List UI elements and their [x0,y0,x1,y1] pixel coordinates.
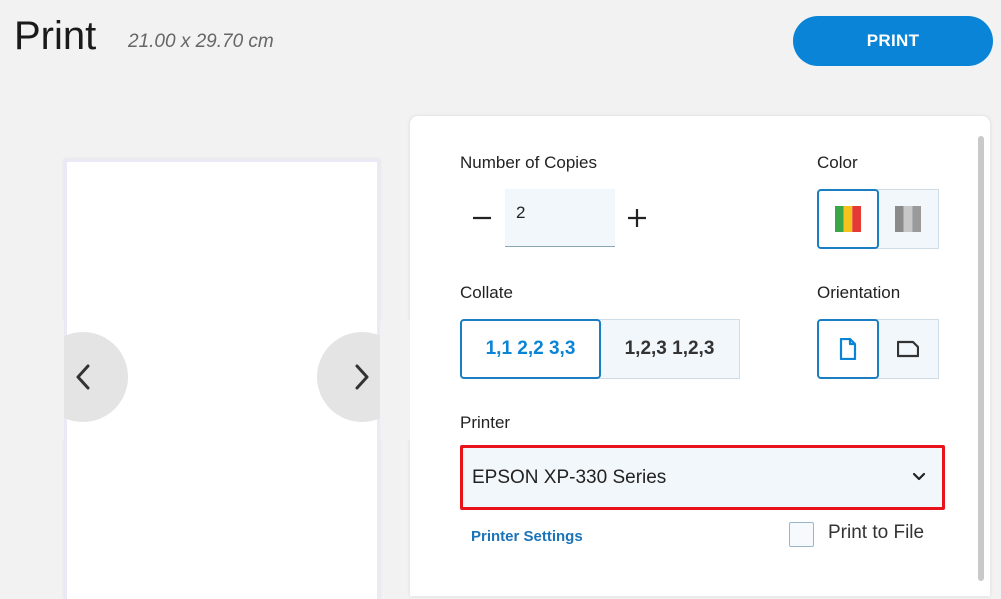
portrait-page-icon [839,338,857,360]
collate-option-grouped-label: 1,1 2,2 3,3 [485,338,576,359]
landscape-page-icon [897,340,919,358]
decrease-copies-button[interactable] [464,200,500,236]
printer-select-value: EPSON XP-330 Series [472,466,667,488]
orientation-label: Orientation [817,283,901,302]
printer-settings-link[interactable]: Printer Settings [471,528,583,545]
color-bars-icon [835,206,861,232]
print-to-file-label: Print to File [828,522,925,543]
preview-gutter-left [0,320,64,440]
header: Print 21.00 x 29.70 cm PRINT [0,0,1001,80]
collate-option-sequential-label: 1,2,3 1,2,3 [624,338,715,359]
collate-option-grouped[interactable]: 1,1 2,2 3,3 [460,319,601,379]
grayscale-bars-icon [895,206,921,232]
color-label: Color [817,153,858,172]
color-option-grayscale[interactable] [877,189,939,249]
preview-gutter-right [380,320,410,440]
orientation-option-landscape[interactable] [877,319,939,379]
plus-icon [628,209,646,227]
copies-input[interactable] [505,189,615,247]
color-option-color[interactable] [817,189,879,249]
increase-copies-button[interactable] [619,200,655,236]
collate-option-sequential[interactable]: 1,2,3 1,2,3 [599,319,740,379]
orientation-option-portrait[interactable] [817,319,879,379]
print-to-file-checkbox[interactable] [789,522,814,547]
chevron-right-icon [355,364,369,390]
minus-icon [473,216,491,220]
collate-label: Collate [460,283,513,302]
scrollbar[interactable] [978,136,984,581]
chevron-left-icon [76,364,90,390]
chevron-down-icon [912,472,926,481]
print-button[interactable]: PRINT [793,16,993,66]
printer-label: Printer [460,413,511,432]
page-dimensions: 21.00 x 29.70 cm [128,31,274,52]
page-title: Print [14,14,97,58]
printer-select[interactable]: EPSON XP-330 Series [460,445,945,510]
copies-label: Number of Copies [460,153,598,172]
